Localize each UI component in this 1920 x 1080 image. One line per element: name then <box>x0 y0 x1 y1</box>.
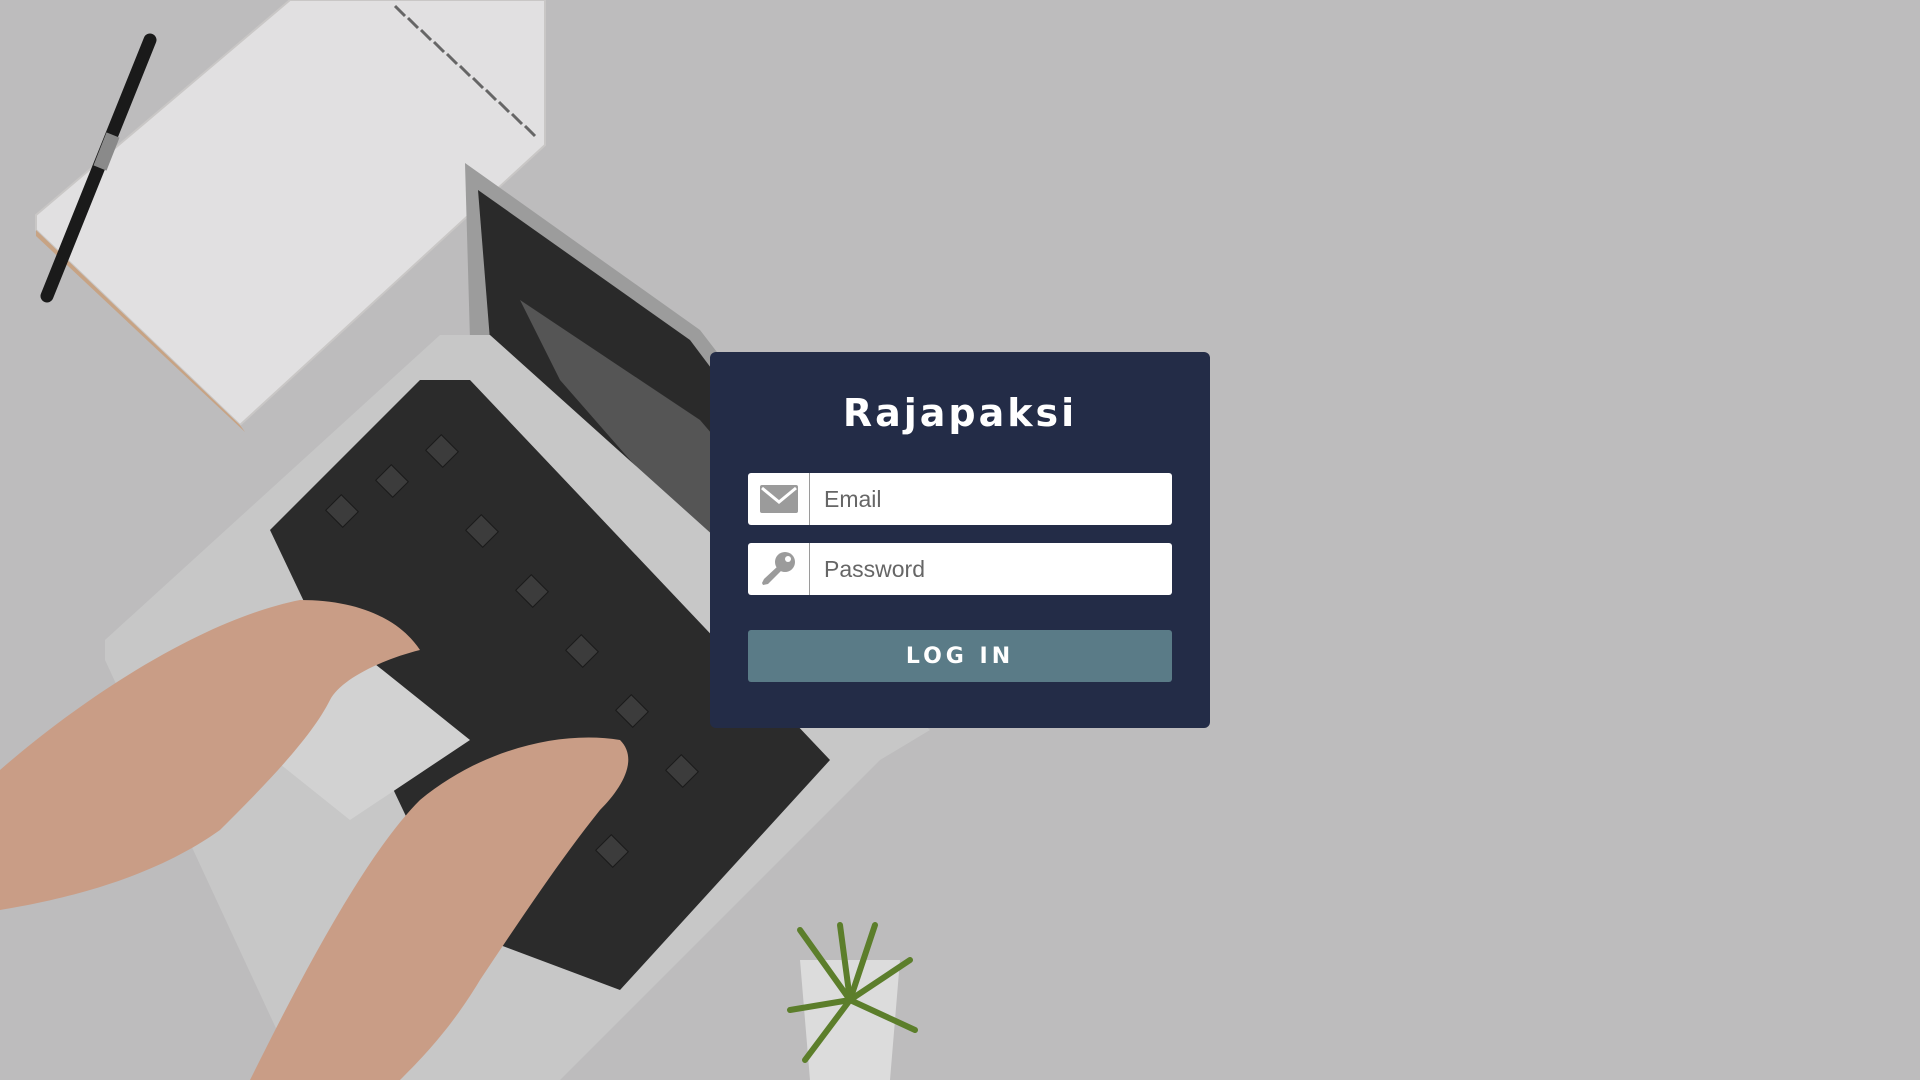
email-field[interactable] <box>748 473 1172 525</box>
plant-illustration <box>787 922 918 1080</box>
email-input[interactable] <box>810 473 1172 525</box>
password-input[interactable] <box>810 543 1172 595</box>
login-card: Rajapaksi LOG IN <box>710 352 1210 728</box>
password-field[interactable] <box>748 543 1172 595</box>
key-icon <box>748 543 810 595</box>
login-button[interactable]: LOG IN <box>748 630 1172 682</box>
envelope-icon <box>748 473 810 525</box>
brand-title: Rajapaksi <box>842 391 1078 435</box>
